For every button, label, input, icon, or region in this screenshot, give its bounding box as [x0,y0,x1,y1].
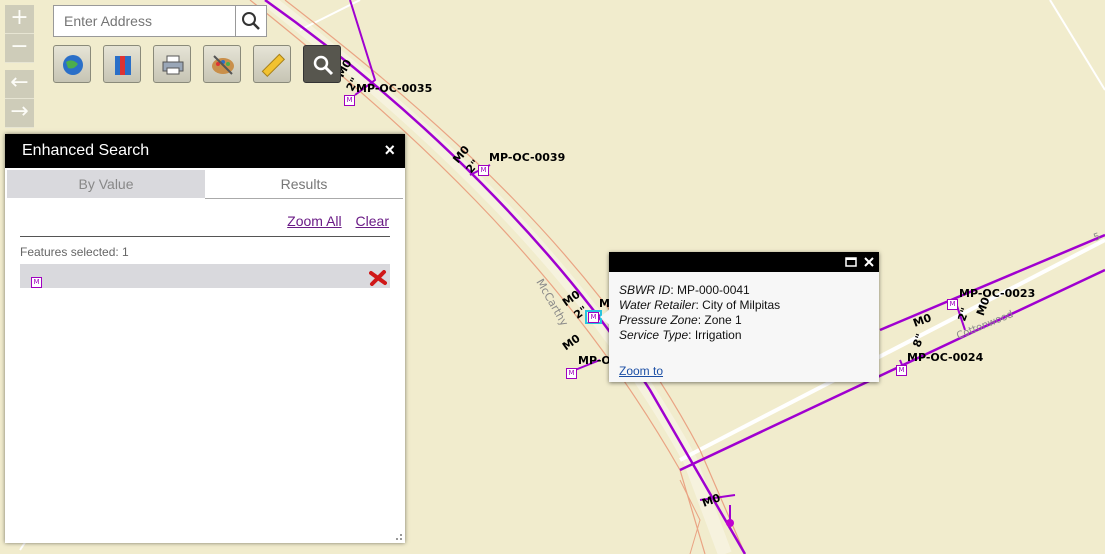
meter-label: MP-OC-0039 [489,151,566,164]
address-search [53,5,267,37]
zoom-all-link[interactable]: Zoom All [287,213,341,229]
meter-label: MP-O [578,354,611,367]
measure-tool-button[interactable] [253,45,291,83]
result-row[interactable]: M [20,264,390,288]
popup-field: SBWR ID: MP-000-0041 [619,283,750,297]
feature-popup: SBWR ID: MP-000-0041 Water Retailer: Cit… [600,252,879,382]
popup-pointer [600,309,610,325]
palette-icon [212,55,234,75]
panel-tabs: By Value Results [7,170,403,200]
meter-icon[interactable]: M [947,299,958,310]
enhanced-search-tool-button[interactable] [303,45,341,83]
panel-title: Enhanced Search [22,142,150,159]
search-input[interactable] [54,6,236,36]
results-actions: Zoom All Clear [277,213,389,229]
popup-field: Water Retailer: City of Milpitas [619,298,781,312]
print-tool-button[interactable] [153,45,191,83]
meter-label: MP-OC-0023 [959,287,1036,300]
meter-icon[interactable]: M [896,365,907,376]
printer-icon [162,55,184,75]
basemap-tool-button[interactable] [53,45,91,83]
meter-icon[interactable]: M [566,368,577,379]
remove-result-icon[interactable] [369,270,387,286]
divider [20,236,390,237]
meter-label: MP-OC-0024 [907,351,984,364]
popup-field: Pressure Zone: Zone 1 [619,313,742,327]
close-icon[interactable]: × [384,140,395,161]
tab-by-value[interactable]: By Value [7,170,205,198]
zoom-in-button[interactable]: + [5,5,34,34]
meter-icon[interactable]: M [478,165,489,176]
tab-results[interactable]: Results [205,170,403,199]
panel-header: Enhanced Search × [5,134,405,168]
enhanced-search-panel: Enhanced Search × By Value Results Zoom … [5,134,405,543]
features-selected-count: Features selected: 1 [20,245,129,259]
popup-header [609,252,879,272]
search-button[interactable] [235,6,266,36]
magnifier-icon [313,55,334,76]
zoom-out-button[interactable]: − [5,34,34,63]
search-icon [242,12,260,30]
forward-arrow-button[interactable]: → [5,99,34,128]
back-arrow-button[interactable]: ← [5,70,34,99]
clear-link[interactable]: Clear [356,213,389,229]
meter-label: MP-OC-0035 [356,82,433,95]
resize-grip-icon[interactable] [393,531,403,541]
popup-field: Service Type: Irrigation [619,328,742,342]
maximize-icon[interactable] [844,255,858,269]
popup-body: SBWR ID: MP-000-0041 Water Retailer: Cit… [609,272,879,354]
meter-icon[interactable]: M [344,95,355,106]
zoom-to-link[interactable]: Zoom to [619,364,663,378]
book-icon [115,56,131,75]
zoom-controls: + − [5,5,34,63]
meter-icon: M [31,277,42,288]
bookmarks-tool-button[interactable] [103,45,141,83]
draw-tool-button[interactable] [203,45,241,83]
nav-controls: ← → [5,70,34,128]
globe-icon [63,55,83,75]
close-icon[interactable] [862,255,876,269]
meter-icon[interactable]: M [588,312,599,323]
ruler-icon [261,53,286,78]
